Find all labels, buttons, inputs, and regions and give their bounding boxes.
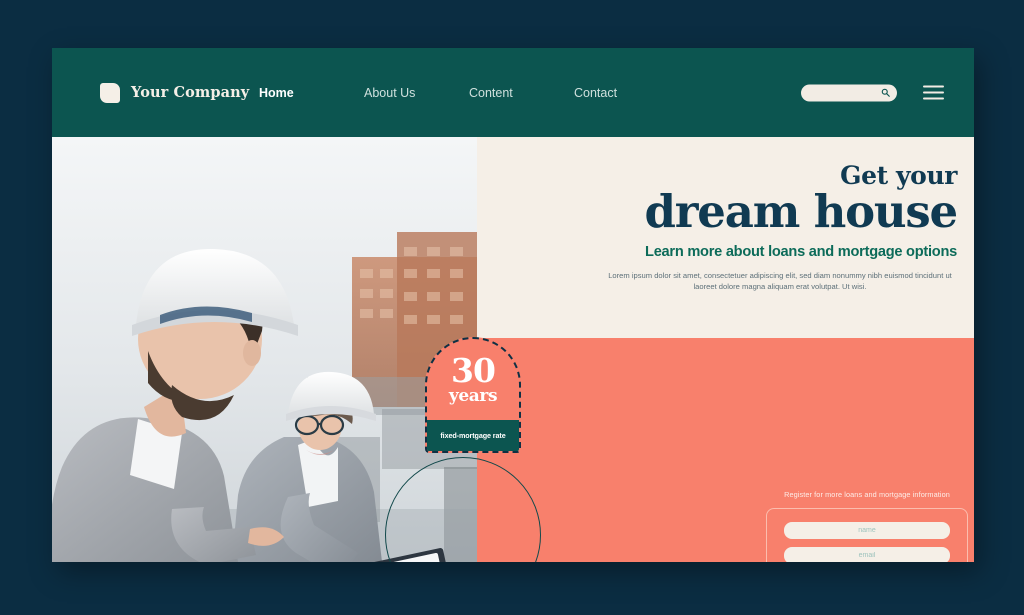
headline-paragraph: Lorem ipsum dolor sit amet, consectetuer…: [608, 270, 952, 292]
name-field[interactable]: [784, 522, 950, 539]
badge-footer: fixed-mortgage rate: [427, 420, 519, 451]
nav-links: Home About Us Content Contact: [259, 86, 679, 100]
brand[interactable]: Your Company: [100, 82, 250, 103]
screenshot-root: Your Company Home About Us Content Conta…: [0, 0, 1024, 615]
headline-subtitle: Learn more about loans and mortgage opti…: [645, 243, 957, 260]
page-title: dream house: [644, 185, 959, 238]
navbar-right-controls: [801, 84, 944, 101]
badge-footer-label: fixed-mortgage rate: [440, 431, 506, 440]
nav-link-home[interactable]: Home: [259, 86, 364, 100]
badge-number: 30: [451, 351, 496, 390]
search-input[interactable]: [801, 84, 897, 101]
brand-name: Your Company: [131, 84, 250, 101]
email-field[interactable]: [784, 547, 950, 562]
search-icon: [881, 88, 890, 97]
rounded-square-logo-icon: [100, 82, 120, 103]
nav-link-content[interactable]: Content: [469, 86, 574, 100]
hamburger-menu-icon[interactable]: [923, 85, 944, 100]
status-badge: 30 years fixed-mortgage rate: [425, 337, 521, 453]
register-form: Register for more loans and mortgage inf…: [766, 490, 968, 562]
nav-link-about-us[interactable]: About Us: [364, 86, 469, 100]
headline-block: Get your dream house Learn more about lo…: [517, 163, 959, 293]
badge-unit: years: [448, 386, 498, 406]
nav-link-contact[interactable]: Contact: [574, 86, 679, 100]
landing-page-card: Your Company Home About Us Content Conta…: [52, 48, 974, 562]
form-caption: Register for more loans and mortgage inf…: [784, 490, 950, 499]
hero-section: Get your dream house Learn more about lo…: [52, 137, 974, 562]
form-fields-box: [766, 508, 968, 562]
navbar: Your Company Home About Us Content Conta…: [52, 48, 974, 137]
